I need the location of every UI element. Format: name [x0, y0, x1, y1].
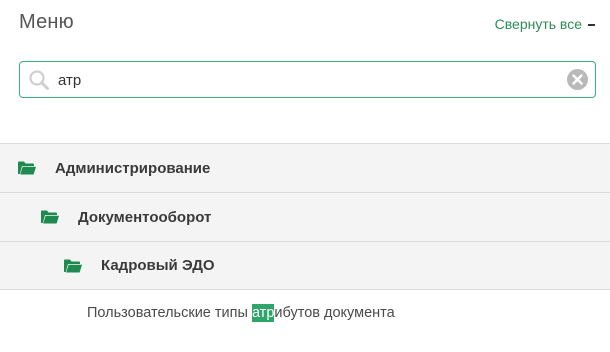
minus-icon [588, 23, 595, 26]
search-input[interactable] [58, 68, 558, 92]
tree-item-label: Администрирование [55, 159, 211, 177]
tree-leaf-custom-attribute-types[interactable]: Пользовательские типы атрибутов документ… [87, 304, 395, 322]
search-box[interactable] [19, 61, 596, 98]
menu-panel: Меню Свернуть все Администриров [0, 0, 610, 352]
collapse-all-label: Свернуть все [494, 16, 582, 32]
leaf-text-after: ибутов документа [274, 305, 395, 321]
folder-open-icon [41, 210, 59, 224]
menu-title: Меню [19, 11, 74, 33]
leaf-text-before: Пользовательские типы [87, 305, 252, 321]
search-match-highlight: атр [251, 304, 275, 322]
tree-item-document-flow[interactable]: Документооборот [0, 192, 610, 241]
search-icon [28, 69, 50, 91]
folder-open-icon [18, 161, 36, 175]
tree-item-hr-edo[interactable]: Кадровый ЭДО [0, 241, 610, 290]
collapse-all-button[interactable]: Свернуть все [495, 16, 595, 32]
tree-item-administration[interactable]: Администрирование [0, 143, 610, 192]
clear-search-icon[interactable] [567, 69, 588, 90]
folder-open-icon [64, 259, 82, 272]
menu-header: Меню Свернуть все [0, 0, 610, 48]
tree-item-label: Документооборот [78, 208, 212, 226]
menu-tree: Администрирование Документооборот Кадров… [0, 143, 610, 290]
tree-item-label: Кадровый ЭДО [101, 257, 215, 274]
